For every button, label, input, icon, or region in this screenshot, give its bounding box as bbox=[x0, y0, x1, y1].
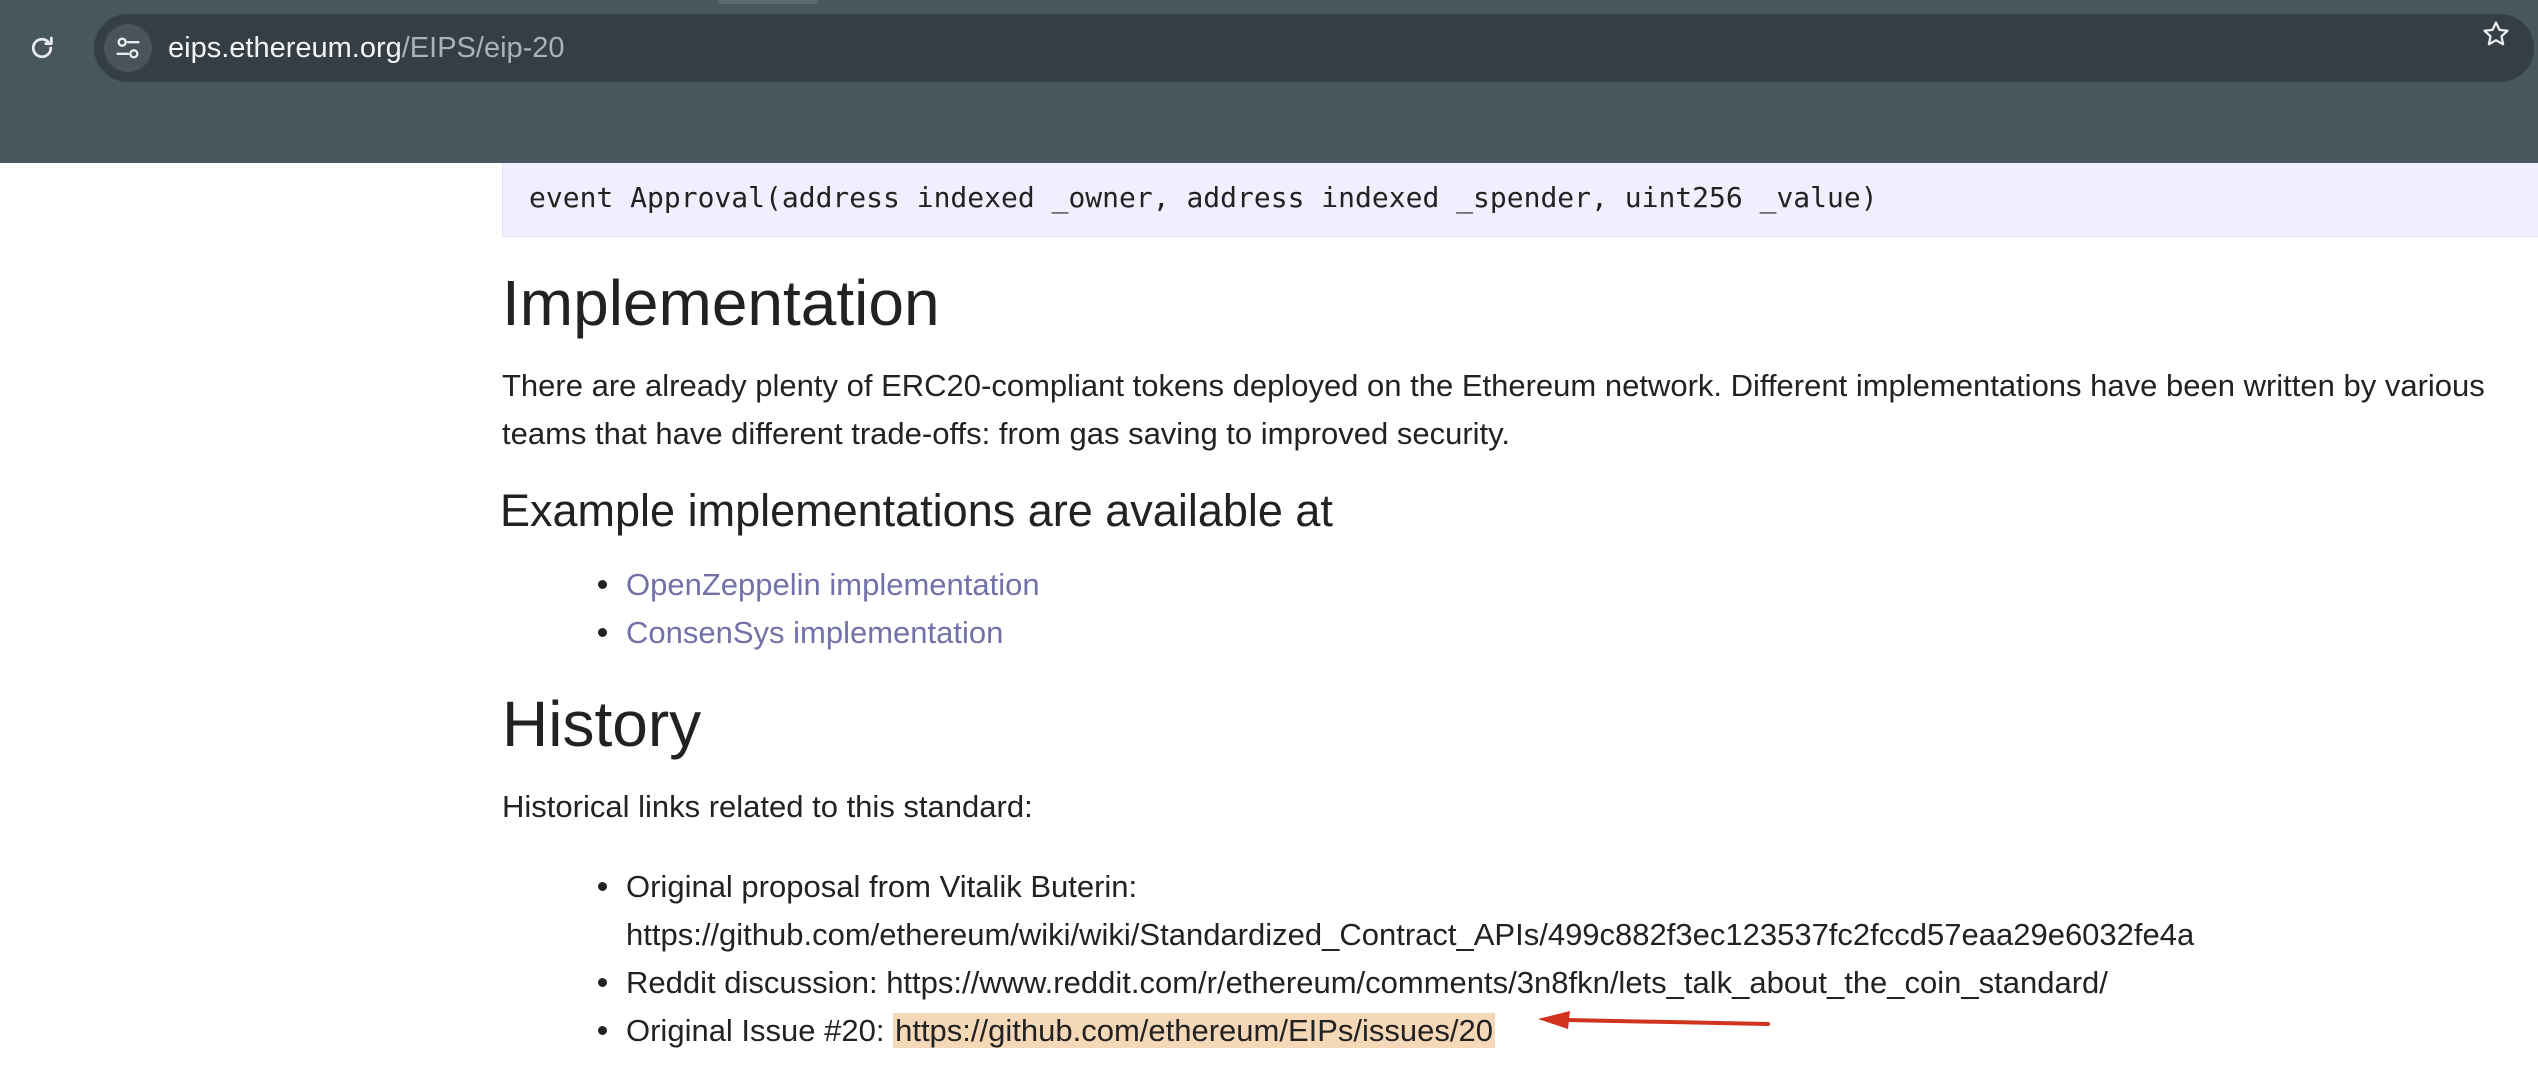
original-issue-link[interactable]: https://github.com/ethereum/EIPs/issues/… bbox=[893, 1013, 1496, 1048]
example-implementations-heading: Example implementations are available at bbox=[500, 485, 1333, 536]
history-links-list: Original proposal from Vitalik Buterin: … bbox=[0, 863, 2194, 1055]
code-block: event Approval(address indexed _owner, a… bbox=[502, 163, 2538, 237]
bullet bbox=[598, 580, 607, 589]
page-content: event Approval(address indexed _owner, a… bbox=[0, 163, 2538, 1090]
url-path: /EIPS/eip-20 bbox=[401, 32, 565, 64]
star-icon[interactable] bbox=[2476, 14, 2516, 54]
list-item: ConsenSys implementation bbox=[0, 609, 1040, 657]
annotation-arrow-icon bbox=[1538, 1011, 1770, 1029]
browser-toolbar: eips.ethereum.org/EIPS/eip-20 bbox=[0, 0, 2538, 163]
code-line: event Approval(address indexed _owner, a… bbox=[529, 181, 1878, 214]
list-item: OpenZeppelin implementation bbox=[0, 561, 1040, 609]
list-item: Original Issue #20: https://github.com/e… bbox=[0, 1007, 2194, 1055]
reload-icon[interactable] bbox=[22, 28, 62, 68]
list-item: Original proposal from Vitalik Buterin: … bbox=[0, 863, 2194, 959]
active-tab-edge[interactable] bbox=[718, 0, 818, 4]
history-item-label: Original proposal from Vitalik Buterin: bbox=[626, 869, 1138, 904]
bullet bbox=[598, 882, 607, 891]
browser-window: eips.ethereum.org/EIPS/eip-20 event Appr… bbox=[0, 0, 2538, 1090]
url-host: eips.ethereum.org bbox=[168, 32, 402, 64]
implementation-paragraph: There are already plenty of ERC20-compli… bbox=[502, 368, 2485, 451]
address-bar[interactable]: eips.ethereum.org/EIPS/eip-20 bbox=[94, 14, 2534, 82]
tune-icon[interactable] bbox=[104, 24, 152, 72]
implementation-links-list: OpenZeppelin implementation ConsenSys im… bbox=[0, 561, 1040, 657]
bullet bbox=[598, 1026, 607, 1035]
history-heading: History bbox=[502, 688, 702, 760]
bullet bbox=[598, 978, 607, 987]
original-proposal-link[interactable]: https://github.com/ethereum/wiki/wiki/St… bbox=[626, 917, 2194, 952]
list-item: Reddit discussion: https://www.reddit.co… bbox=[0, 959, 2194, 1007]
consensys-link[interactable]: ConsenSys implementation bbox=[626, 615, 1003, 650]
openzeppelin-link[interactable]: OpenZeppelin implementation bbox=[626, 567, 1040, 602]
url-text[interactable]: eips.ethereum.org/EIPS/eip-20 bbox=[168, 14, 565, 82]
implementation-heading: Implementation bbox=[502, 267, 940, 339]
reddit-discussion-link[interactable]: https://www.reddit.com/r/ethereum/commen… bbox=[886, 965, 2108, 1000]
history-intro: Historical links related to this standar… bbox=[502, 789, 1033, 824]
history-item-label: Reddit discussion: bbox=[626, 965, 887, 1000]
history-item-label: Original Issue #20: bbox=[626, 1013, 894, 1048]
bullet bbox=[598, 628, 607, 637]
